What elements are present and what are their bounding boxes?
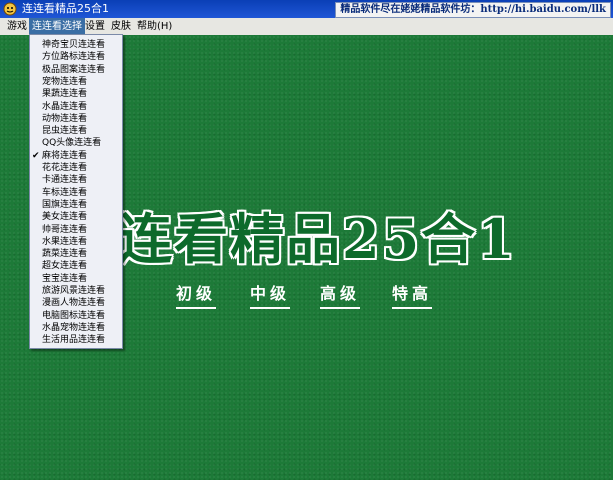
dropdown-item[interactable]: 电脑图标连连看 — [30, 310, 122, 322]
game-select-dropdown: 神奇宝贝连连看 方位路标连连看 极品图案连连看 宠物连连看 果蔬连连看 水晶连连看 动物连连… — [29, 34, 123, 349]
dropdown-item[interactable]: 水晶宠物连连看 — [30, 322, 122, 334]
dropdown-item[interactable]: 水晶连连看 — [30, 101, 122, 113]
website-link[interactable]: 精品软件尽在姥姥精品软件坊：http://hi.baidu.com/llk — [335, 2, 611, 18]
dropdown-item[interactable]: 水果连连看 — [30, 236, 122, 248]
dropdown-item[interactable]: 麻将连连看 — [30, 150, 122, 162]
dropdown-item[interactable]: 蔬菜连连看 — [30, 248, 122, 260]
game-logo-title: 连看精品25合1 — [118, 207, 517, 271]
menu-help[interactable]: 帮助(H) — [134, 18, 175, 35]
dropdown-item[interactable]: 昆虫连连看 — [30, 125, 122, 137]
level-advanced-button[interactable]: 高级 — [320, 280, 361, 309]
level-intermediate-button[interactable]: 中级 — [250, 280, 291, 309]
dropdown-item[interactable]: 神奇宝贝连连看 — [30, 39, 122, 51]
dropdown-item[interactable]: 生活用品连连看 — [30, 334, 122, 346]
dropdown-item[interactable]: 动物连连看 — [30, 113, 122, 125]
dropdown-item[interactable]: 漫画人物连连看 — [30, 297, 122, 309]
app-icon — [3, 2, 17, 16]
dropdown-item[interactable]: 国旗连连看 — [30, 199, 122, 211]
title-bar: 连连看精品25合1 精品软件尽在姥姥精品软件坊：http://hi.baidu.… — [0, 0, 613, 18]
dropdown-item[interactable]: 宠物连连看 — [30, 76, 122, 88]
menu-game[interactable]: 游戏 — [4, 18, 30, 35]
dropdown-item[interactable]: 果蔬连连看 — [30, 88, 122, 100]
dropdown-item[interactable]: 车标连连看 — [30, 187, 122, 199]
window-title: 连连看精品25合1 — [22, 2, 109, 15]
dropdown-item[interactable]: 帅哥连连看 — [30, 224, 122, 236]
dropdown-item[interactable]: 方位路标连连看 — [30, 51, 122, 63]
level-beginner-button[interactable]: 初级 — [176, 280, 217, 309]
dropdown-item[interactable]: 美女连连看 — [30, 211, 122, 223]
dropdown-item[interactable]: 宝宝连连看 — [30, 273, 122, 285]
menu-settings[interactable]: 设置 — [82, 18, 108, 35]
menu-skin[interactable]: 皮肤 — [108, 18, 134, 35]
dropdown-item[interactable]: 超女连连看 — [30, 260, 122, 272]
dropdown-item[interactable]: 卡通连连看 — [30, 174, 122, 186]
menu-select-game[interactable]: 连连看选择 — [29, 18, 85, 35]
dropdown-item[interactable]: 极品图案连连看 — [30, 64, 122, 76]
dropdown-item[interactable]: QQ头像连连看 — [30, 137, 122, 149]
level-expert-button[interactable]: 特高 — [392, 280, 433, 309]
dropdown-item[interactable]: 花花连连看 — [30, 162, 122, 174]
dropdown-item[interactable]: 旅游风景连连看 — [30, 285, 122, 297]
